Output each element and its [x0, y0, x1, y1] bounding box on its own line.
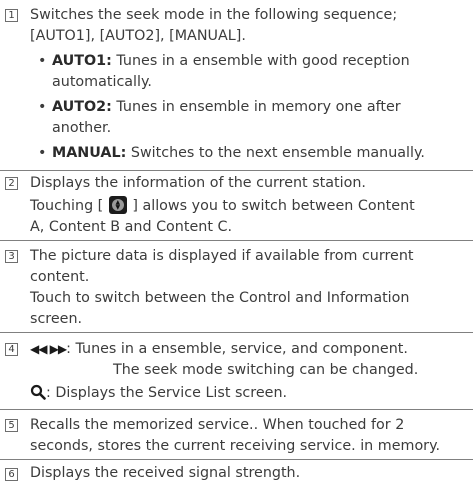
up-down-toggle-icon: ▲ ▼ — [108, 196, 127, 214]
callout-item-5: 5 Recalls the memorized service.. When t… — [0, 410, 473, 460]
skip-desc: : Tunes in a ensemble, service, and comp… — [66, 341, 408, 357]
seek-mode-desc: Switches to the next ensemble manually. — [126, 145, 425, 161]
callout-item-1: 1 Switches the seek mode in the followin… — [0, 0, 473, 171]
item-text-line: seconds, stores the current receiving se… — [30, 438, 441, 454]
item-text-line: Displays the information of the current … — [30, 175, 366, 191]
item-text-line: ◀◀ ▶▶: Tunes in a ensemble, service, and… — [30, 339, 471, 360]
seek-mode-auto1: • AUTO1: Tunes in a ensemble with good r… — [38, 51, 471, 93]
search-desc: : Displays the Service List screen. — [46, 385, 288, 401]
seek-mode-term: AUTO1: — [52, 53, 112, 69]
callout-number: 4 — [5, 343, 18, 356]
item-text-line: [AUTO1], [AUTO2], [MANUAL]. — [30, 28, 246, 44]
seek-mode-list: • AUTO1: Tunes in a ensemble with good r… — [30, 51, 471, 164]
seek-mode-term: MANUAL: — [52, 145, 127, 161]
callout-item-4: 4 ◀◀ ▶▶: Tunes in a ensemble, service, a… — [0, 333, 473, 410]
callout-number: 2 — [5, 177, 18, 190]
item-text-line: screen. — [30, 311, 83, 327]
seek-mode-desc-cont: another. — [52, 120, 112, 136]
item-text-line: A, Content B and Content C. — [30, 219, 232, 235]
bullet-dot: • — [38, 99, 47, 115]
skip-prev-next-icon: ◀◀ ▶▶ — [30, 342, 67, 356]
seek-mode-desc-cont: automatically. — [52, 74, 152, 90]
item-text-line: Recalls the memorized service.. When tou… — [30, 417, 405, 433]
item-text-line: : Displays the Service List screen. — [30, 383, 471, 404]
search-icon — [30, 384, 46, 400]
seek-mode-auto2: • AUTO2: Tunes in ensemble in memory one… — [38, 97, 471, 139]
item-text-fragment: Touching [ — [30, 198, 108, 214]
bullet-dot: • — [38, 145, 47, 161]
seek-mode-term: AUTO2: — [52, 99, 112, 115]
item-text-line: Switches the seek mode in the following … — [30, 7, 398, 23]
bullet-dot: • — [38, 53, 47, 69]
callout-number: 3 — [5, 250, 18, 263]
seek-mode-desc: Tunes in a ensemble with good reception — [111, 53, 410, 69]
item-text-line: Displays the received signal strength. — [30, 465, 301, 481]
callout-number: 1 — [5, 9, 18, 22]
item-text-line: The picture data is displayed if availab… — [30, 248, 414, 264]
item-text-fragment: ] allows you to switch between Content — [127, 198, 415, 214]
callout-item-6: 6 Displays the received signal strength. — [0, 460, 473, 490]
item-text-line: Touching [ ▲ ▼ ] allows you to switch bet… — [30, 196, 471, 217]
item-text-line: content. — [30, 269, 90, 285]
callout-item-3: 3 The picture data is displayed if avail… — [0, 241, 473, 333]
item-text-line: Touch to switch between the Control and … — [30, 290, 410, 306]
callout-number: 6 — [5, 468, 18, 481]
callout-item-2: 2 Displays the information of the curren… — [0, 171, 473, 241]
item-text-line: The seek mode switching can be changed. — [113, 362, 419, 378]
seek-mode-manual: • MANUAL: Switches to the next ensemble … — [38, 143, 471, 164]
callout-number: 5 — [5, 419, 18, 432]
seek-mode-desc: Tunes in ensemble in memory one after — [111, 99, 401, 115]
callout-list: 1 Switches the seek mode in the followin… — [0, 0, 473, 490]
